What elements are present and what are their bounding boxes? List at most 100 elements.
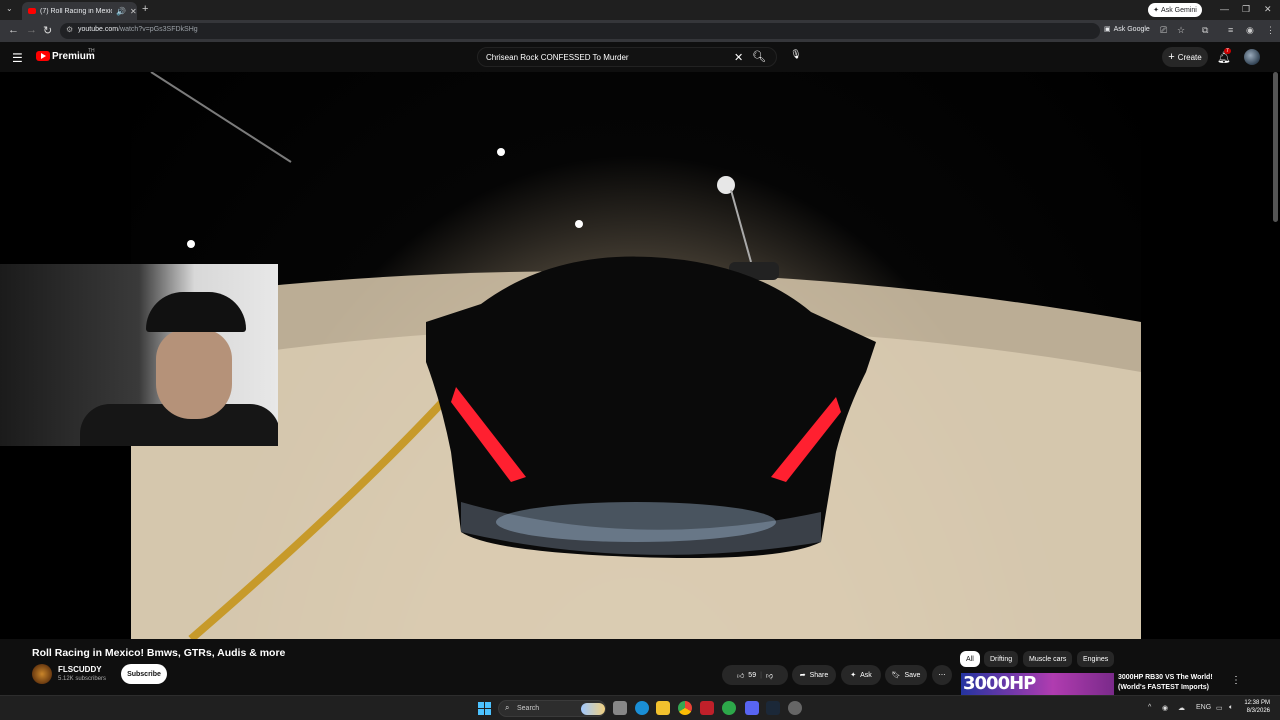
sound-icon: 🔊 xyxy=(116,6,126,16)
browser-tab-strip: ⌄ (7) Roll Racing in Mexico! B 🔊 ✕ + ✦ A… xyxy=(0,0,1280,20)
ask-google-label: Ask Google xyxy=(1113,25,1150,33)
chip-muscle-cars[interactable]: Muscle cars xyxy=(1023,651,1073,667)
thumbnail-text: 3000HP xyxy=(963,673,1036,694)
obs-icon[interactable] xyxy=(788,701,802,715)
lens-icon: ▣ xyxy=(1104,26,1111,33)
account-avatar[interactable] xyxy=(1244,49,1260,65)
subscribe-button[interactable]: Subscribe xyxy=(121,664,167,684)
thumbs-down-icon[interactable]: 👎︎ xyxy=(766,671,773,680)
forward-arrow-icon[interactable]: → xyxy=(26,24,37,36)
ask-gemini-button[interactable]: ✦ Ask Gemini xyxy=(1148,3,1202,17)
save-button[interactable]: 🔖︎ Save xyxy=(885,665,927,685)
taskbar-search-input[interactable]: ⌕ Search xyxy=(498,700,606,717)
recommendation-thumbnail[interactable]: 3000HP xyxy=(961,673,1114,695)
clock-date[interactable]: 8/3/2026 xyxy=(1244,708,1270,714)
minimize-icon[interactable]: — xyxy=(1220,4,1229,14)
windows-taskbar: ⌕ Search ^ ◉ ☁ ENG ▭ 🔈︎ 12:38 PM 8/3/202… xyxy=(0,695,1280,720)
channel-name[interactable]: FLSCUDDY xyxy=(58,665,102,674)
page-scrollbar[interactable] xyxy=(1273,72,1278,222)
tray-cloud-icon[interactable]: ☁ xyxy=(1178,704,1185,712)
video-frame-car-scene xyxy=(131,72,1141,639)
share-button[interactable]: ➦ Share xyxy=(792,665,836,685)
search-icon[interactable]: 🔍︎ xyxy=(752,50,766,63)
hamburger-menu-icon[interactable]: ☰ xyxy=(12,51,23,65)
browser-tab-active[interactable]: (7) Roll Racing in Mexico! B 🔊 ✕ xyxy=(22,2,137,20)
tray-chevron-icon[interactable]: ^ xyxy=(1148,704,1151,711)
site-info-icon[interactable]: ⚙ xyxy=(66,25,73,34)
address-bar[interactable]: ⚙ youtube.com/watch?v=pGs3SFDkSHg xyxy=(60,23,1100,39)
video-title: Roll Racing in Mexico! Bmws, GTRs, Audis… xyxy=(32,647,286,659)
create-button[interactable]: + Create xyxy=(1162,47,1208,67)
thumbs-up-icon: 👍︎ xyxy=(736,672,745,680)
ask-button[interactable]: ✦ Ask xyxy=(841,665,881,685)
youtube-header: ☰ Premium TH Chrisean Rock CONFESSED To … xyxy=(0,42,1280,72)
clock-time[interactable]: 12:38 PM xyxy=(1244,700,1270,706)
chip-drifting[interactable]: Drifting xyxy=(984,651,1019,667)
share-arrow-icon: ➦ xyxy=(799,672,806,679)
browser-toolbar: ← → ↻ ⚙ youtube.com/watch?v=pGs3SFDkSHg … xyxy=(0,20,1280,42)
discord-icon[interactable] xyxy=(745,701,759,715)
notification-count-badge: 7 xyxy=(1224,48,1231,54)
task-view-icon[interactable] xyxy=(613,701,627,715)
search-highlight-image xyxy=(581,703,605,715)
youtube-logo-icon[interactable] xyxy=(36,51,50,61)
search-input[interactable]: Chrisean Rock CONFESSED To Murder ✕ xyxy=(477,47,777,67)
video-player[interactable] xyxy=(131,72,1141,639)
webcam-overlay xyxy=(0,264,278,446)
acrobat-icon[interactable] xyxy=(700,701,714,715)
tab-title: (7) Roll Racing in Mexico! B xyxy=(40,7,112,15)
subscriber-count: 5.12K subscribers xyxy=(58,676,107,682)
tray-app-icon[interactable]: ◉ xyxy=(1162,704,1168,712)
microphone-icon[interactable]: 🎙︎ xyxy=(789,49,803,63)
windows-start-icon[interactable] xyxy=(478,702,491,715)
plus-icon: + xyxy=(1168,51,1175,63)
chip-engines[interactable]: Engines xyxy=(1077,651,1115,667)
country-code: TH xyxy=(88,48,95,54)
reload-icon[interactable]: ↻ xyxy=(43,24,52,37)
extensions-icon[interactable]: ⧉ xyxy=(1202,25,1208,36)
taskbar-search-label: Search xyxy=(517,705,540,712)
language-indicator[interactable]: ENG xyxy=(1196,704,1211,711)
steam-icon[interactable] xyxy=(766,701,780,715)
video-player-area xyxy=(0,72,1280,639)
new-tab-plus-icon[interactable]: + xyxy=(142,3,148,15)
create-label: Create xyxy=(1177,52,1202,62)
back-arrow-icon[interactable]: ← xyxy=(8,24,19,36)
more-menu-icon[interactable]: ⋮ xyxy=(1266,25,1275,36)
like-button[interactable]: 👍︎ 59 xyxy=(737,671,756,680)
maximize-icon[interactable]: ❐ xyxy=(1242,4,1250,15)
chip-all[interactable]: All xyxy=(960,651,980,667)
cast-icon[interactable]: ⎚ xyxy=(1160,25,1167,36)
close-window-icon[interactable]: ✕ xyxy=(1264,4,1272,15)
recommendation-title[interactable]: 3000HP RB30 VS The World! (World's FASTE… xyxy=(1118,673,1228,693)
webcam-person-cap xyxy=(146,292,246,332)
sparkle-icon: ✦ xyxy=(1153,7,1160,14)
channel-avatar[interactable] xyxy=(32,664,52,684)
search-icon: ⌕ xyxy=(505,703,510,712)
share-label: Share xyxy=(809,671,829,679)
xbox-icon[interactable] xyxy=(722,701,736,715)
bookmark-star-icon[interactable]: ☆ xyxy=(1177,25,1185,36)
file-explorer-icon[interactable] xyxy=(656,701,670,715)
webcam-person-face xyxy=(156,329,232,419)
ask-label: Ask xyxy=(860,671,872,679)
sparkle-icon: ✦ xyxy=(850,672,857,679)
save-label: Save xyxy=(904,671,921,679)
clear-search-icon[interactable]: ✕ xyxy=(734,51,743,64)
like-dislike-control: 👍︎ 59 | 👎︎ xyxy=(722,665,788,685)
chrome-icon[interactable] xyxy=(678,701,692,715)
tab-search-chevron-icon[interactable]: ⌄ xyxy=(6,4,13,13)
ask-gemini-label: Ask Gemini xyxy=(1161,6,1197,14)
media-icon[interactable]: ≡ xyxy=(1228,25,1233,35)
network-icon[interactable]: ▭ xyxy=(1216,704,1223,712)
more-actions-button[interactable]: ⋯ xyxy=(932,665,952,685)
youtube-favicon-icon xyxy=(28,8,36,14)
edge-icon[interactable] xyxy=(635,701,649,715)
volume-icon[interactable]: 🔈︎ xyxy=(1229,704,1233,712)
close-tab-icon[interactable]: ✕ xyxy=(130,7,137,16)
like-count: 59 xyxy=(748,671,757,679)
profile-icon[interactable]: ◉ xyxy=(1246,25,1254,36)
ellipsis-icon: ⋯ xyxy=(938,672,946,679)
ask-google-button[interactable]: ▣ Ask Google xyxy=(1104,25,1150,34)
recommendation-more-icon[interactable]: ⋮ xyxy=(1231,675,1241,686)
